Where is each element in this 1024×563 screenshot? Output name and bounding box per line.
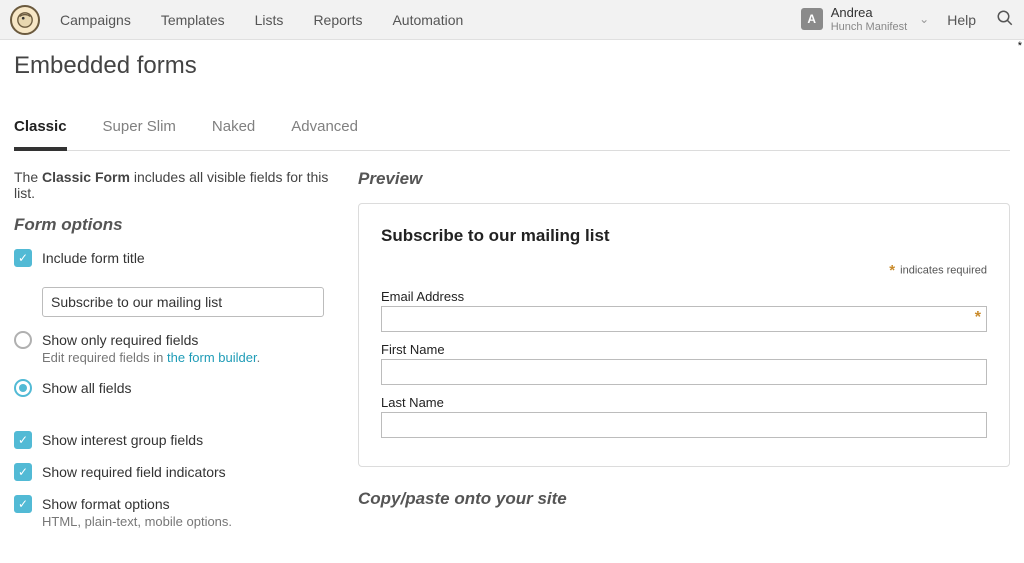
email-input[interactable] <box>381 306 987 332</box>
user-company: Hunch Manifest <box>831 21 907 33</box>
nav-lists[interactable]: Lists <box>255 12 284 28</box>
format-options-sub: HTML, plain-text, mobile options. <box>42 514 232 529</box>
preview-heading: Preview <box>358 169 1010 189</box>
user-menu[interactable]: A Andrea Hunch Manifest ⌄ <box>801 6 930 32</box>
tab-naked[interactable]: Naked <box>212 108 255 150</box>
first-name-label: First Name <box>381 342 987 357</box>
first-name-input[interactable] <box>381 359 987 385</box>
interest-groups-checkbox[interactable]: ✓ <box>14 431 32 449</box>
format-options-checkbox[interactable]: ✓ <box>14 495 32 513</box>
search-icon[interactable] <box>996 9 1014 30</box>
tabs: Classic Super Slim Naked Advanced <box>14 108 1010 151</box>
show-all-label: Show all fields <box>42 379 132 396</box>
form-title-input[interactable] <box>42 287 324 317</box>
include-title-label: Include form title <box>42 249 145 266</box>
page-title: Embedded forms <box>14 52 1010 80</box>
chevron-down-icon: ⌄ <box>919 12 929 26</box>
preview-box: Subscribe to our mailing list * indicate… <box>358 203 1010 467</box>
form-options-heading: Form options <box>14 215 334 235</box>
show-required-only-radio[interactable] <box>14 331 32 349</box>
required-indicators-label: Show required field indicators <box>42 463 226 480</box>
required-indicators-checkbox[interactable]: ✓ <box>14 463 32 481</box>
logo-icon[interactable] <box>10 5 40 35</box>
last-name-input[interactable] <box>381 412 987 438</box>
email-label: Email Address <box>381 289 987 304</box>
required-asterisk-icon: * <box>975 309 981 327</box>
show-required-only-label: Show only required fields <box>42 331 260 348</box>
nav-templates[interactable]: Templates <box>161 12 225 28</box>
tab-super-slim[interactable]: Super Slim <box>103 108 176 150</box>
footnote-marker: * <box>1018 40 1022 52</box>
nav-automation[interactable]: Automation <box>392 12 463 28</box>
interest-groups-label: Show interest group fields <box>42 431 203 448</box>
tab-classic[interactable]: Classic <box>14 108 67 151</box>
required-note: * indicates required <box>381 262 987 279</box>
nav-reports[interactable]: Reports <box>313 12 362 28</box>
preview-form-title: Subscribe to our mailing list <box>381 226 987 246</box>
copy-paste-heading: Copy/paste onto your site <box>358 489 1010 509</box>
help-link[interactable]: Help <box>947 12 976 28</box>
tab-advanced[interactable]: Advanced <box>291 108 358 150</box>
form-builder-link[interactable]: the form builder <box>167 350 257 365</box>
show-required-only-sub: Edit required fields in the form builder… <box>42 350 260 365</box>
intro-text: The Classic Form includes all visible fi… <box>14 169 334 201</box>
last-name-label: Last Name <box>381 395 987 410</box>
show-all-radio[interactable] <box>14 379 32 397</box>
nav-campaigns[interactable]: Campaigns <box>60 12 131 28</box>
format-options-label: Show format options <box>42 495 232 512</box>
user-name: Andrea <box>831 6 907 20</box>
include-title-checkbox[interactable]: ✓ <box>14 249 32 267</box>
top-nav: Campaigns Templates Lists Reports Automa… <box>0 0 1024 40</box>
avatar: A <box>801 8 823 30</box>
